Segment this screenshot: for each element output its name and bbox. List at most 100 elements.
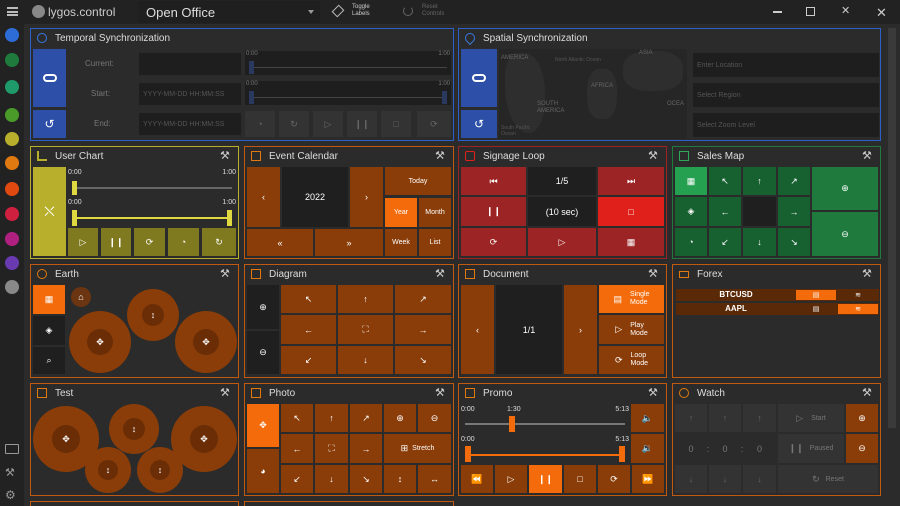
signage-grid-button[interactable]: ▦ bbox=[598, 228, 664, 256]
tools-icon[interactable]: ⚒ bbox=[648, 150, 660, 162]
document-prev-button[interactable]: ‹ bbox=[461, 285, 494, 374]
single-mode-button[interactable]: ▤ Single Mode bbox=[599, 285, 664, 313]
tools-icon[interactable]: ⚒ bbox=[220, 150, 232, 162]
graph-app-icon[interactable] bbox=[5, 132, 19, 146]
tools-icon[interactable]: ⚒ bbox=[220, 387, 232, 399]
calendar-first-button[interactable]: « bbox=[247, 229, 313, 256]
photo-pan-down[interactable]: ↓ bbox=[315, 465, 348, 493]
forex-table-button[interactable]: ▤ bbox=[796, 290, 836, 300]
photo-pan-right[interactable]: → bbox=[350, 434, 382, 463]
earth-joystick-tilt[interactable]: ↕ bbox=[127, 289, 179, 341]
calendar-prev-button[interactable]: ‹ bbox=[247, 167, 280, 227]
diagram-pan-right[interactable]: → bbox=[395, 315, 451, 344]
pan-up-button[interactable]: ↑ bbox=[743, 167, 776, 195]
tools-icon[interactable]: ⚒ bbox=[862, 150, 874, 162]
calendar-app-icon[interactable] bbox=[5, 28, 19, 42]
user-chart-move-button[interactable]: ⛌ bbox=[33, 167, 66, 256]
range-thumb-end[interactable] bbox=[619, 446, 625, 462]
sales-map-speed-button[interactable]: ◔ bbox=[675, 228, 707, 256]
photo-zoom-in-button[interactable]: ⊕ bbox=[384, 404, 416, 432]
watch-zoom-in-button[interactable]: ⊕ bbox=[846, 404, 878, 432]
photo-fit-button[interactable]: ⛶ bbox=[315, 434, 348, 463]
photo-palette-button[interactable]: ◕ bbox=[247, 449, 279, 493]
diagram-pan-down-right[interactable]: ↘ bbox=[395, 346, 451, 374]
promo-volume-down-button[interactable]: 🔈 bbox=[631, 404, 664, 432]
pan-up-right-button[interactable]: ↗ bbox=[778, 167, 810, 195]
slider-thumb-start[interactable] bbox=[72, 210, 77, 226]
hours-down-button[interactable]: ↓ bbox=[675, 465, 707, 493]
zoom-out-button[interactable]: ⊖ bbox=[812, 212, 878, 256]
zoom-in-button[interactable]: ⊕ bbox=[812, 167, 878, 210]
pan-right-button[interactable]: → bbox=[778, 197, 810, 226]
tools-icon[interactable]: ⚒ bbox=[648, 268, 660, 280]
temporal-pause-button[interactable]: ❙❙ bbox=[347, 111, 377, 137]
photo-flip-horizontal-button[interactable]: ↔ bbox=[418, 465, 451, 493]
photo-pan-down-left[interactable]: ↙ bbox=[281, 465, 313, 493]
fullscreen-icon[interactable] bbox=[806, 7, 815, 16]
calendar-month-button[interactable]: Month bbox=[419, 198, 451, 227]
earth-home-button[interactable]: ⌂ bbox=[71, 287, 91, 307]
signage-loop-button[interactable]: ⟳ bbox=[461, 228, 526, 256]
gear-icon[interactable]: ⚙ bbox=[5, 488, 19, 502]
temporal-play-button[interactable]: ▷ bbox=[313, 111, 343, 137]
calendar-next-button[interactable]: › bbox=[350, 167, 383, 227]
forex-chart-button[interactable]: ≋ bbox=[838, 304, 878, 314]
tools-icon[interactable]: ⚒ bbox=[220, 268, 232, 280]
test-joystick-tilt[interactable]: ↕ bbox=[109, 404, 159, 454]
diagram-pan-left[interactable]: ← bbox=[281, 315, 336, 344]
forex-table-button[interactable]: ▤ bbox=[796, 304, 836, 314]
diagram-app-icon[interactable] bbox=[5, 182, 19, 196]
earth-search-button[interactable]: ⌕ bbox=[33, 347, 65, 374]
seconds-up-button[interactable]: ↑ bbox=[743, 404, 776, 432]
signage-first-button[interactable]: ⏮ bbox=[461, 167, 526, 195]
temporal-loop-button[interactable]: ⟳ bbox=[417, 111, 451, 137]
signage-pause-button[interactable]: ❙❙ bbox=[461, 197, 526, 226]
video-app-icon[interactable] bbox=[5, 232, 19, 246]
watch-paused-button[interactable]: ❙❙ Paused bbox=[778, 434, 844, 463]
screen-icon[interactable] bbox=[5, 444, 19, 454]
pan-down-right-button[interactable]: ↘ bbox=[778, 228, 810, 256]
user-chart-play-button[interactable]: ▷ bbox=[68, 228, 98, 256]
temporal-sync-button[interactable]: ↻ bbox=[279, 111, 309, 137]
location-input[interactable]: Enter Location bbox=[693, 53, 879, 77]
temporal-stop-button[interactable]: □ bbox=[381, 111, 411, 137]
map-app-icon[interactable] bbox=[5, 53, 19, 67]
photo-pan-left[interactable]: ← bbox=[281, 434, 313, 463]
promo-stop-button[interactable]: □ bbox=[564, 465, 596, 493]
tools-icon[interactable]: ⚒ bbox=[435, 268, 447, 280]
photo-pan-up-right[interactable]: ↗ bbox=[350, 404, 382, 432]
diagram-fit-button[interactable]: ⛶ bbox=[338, 315, 393, 344]
project-select[interactable]: Open Office bbox=[138, 1, 320, 23]
photo-stretch-button[interactable]: ⊞ Stretch bbox=[384, 434, 451, 463]
range-thumb-start[interactable] bbox=[465, 446, 471, 462]
photo-pan-down-right[interactable]: ↘ bbox=[350, 465, 382, 493]
tools-icon[interactable]: ⚒ bbox=[435, 387, 447, 399]
diagram-pan-down[interactable]: ↓ bbox=[338, 346, 393, 374]
menu-icon[interactable] bbox=[7, 7, 18, 16]
zoom-select[interactable]: Select Zoom Level bbox=[693, 113, 879, 137]
forex-chart-button[interactable]: ≋ bbox=[838, 290, 878, 300]
pan-down-left-button[interactable]: ↙ bbox=[709, 228, 741, 256]
settings-app-icon[interactable] bbox=[5, 280, 19, 294]
test-joystick-small-b[interactable]: ↕ bbox=[137, 447, 183, 493]
photo-zoom-out-button[interactable]: ⊖ bbox=[418, 404, 451, 432]
calendar-last-button[interactable]: » bbox=[315, 229, 383, 256]
region-select[interactable]: Select Region bbox=[693, 83, 879, 107]
minimize-icon[interactable] bbox=[773, 11, 782, 13]
minutes-up-button[interactable]: ↑ bbox=[709, 404, 741, 432]
pan-up-left-button[interactable]: ↖ bbox=[709, 167, 741, 195]
watch-reset-button[interactable]: ↻ Reset bbox=[778, 465, 878, 493]
sales-map-mode-map-button[interactable]: ▦ bbox=[675, 167, 707, 195]
start-field[interactable]: YYYY-MM-DD HH:MM:SS bbox=[139, 83, 241, 105]
calendar-week-button[interactable]: Week bbox=[385, 229, 417, 256]
signage-play-button[interactable]: ▷ bbox=[528, 228, 596, 256]
range-slider-thumb-end[interactable] bbox=[442, 91, 447, 104]
promo-rewind-button[interactable]: ⏪ bbox=[461, 465, 493, 493]
chart-app-icon[interactable] bbox=[5, 108, 19, 122]
user-chart-replay-button[interactable]: ⟳ bbox=[134, 228, 165, 256]
user-chart-slider-a[interactable]: 0:00 1:00 bbox=[68, 167, 236, 197]
promo-forward-button[interactable]: ⏩ bbox=[632, 465, 664, 493]
watch-zoom-out-button[interactable]: ⊖ bbox=[846, 434, 878, 463]
user-chart-slider-b[interactable]: 0:00 1:00 bbox=[68, 199, 236, 227]
globe-app-icon[interactable] bbox=[5, 80, 19, 94]
